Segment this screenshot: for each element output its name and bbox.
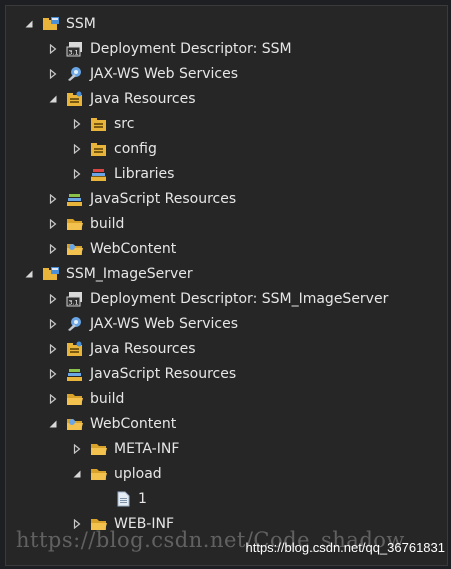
webcontent-folder-icon: [66, 241, 84, 257]
tree-item[interactable]: Java Resources: [6, 86, 447, 111]
collapse-arrow-icon[interactable]: [46, 217, 60, 231]
project-row[interactable]: SSM_ImageServer: [6, 261, 447, 286]
tree-item[interactable]: JAX-WS Web Services: [6, 61, 447, 86]
tree-item-label: 1: [138, 490, 147, 507]
project-tree: SSM 3.1 Deployment Descriptor: SSM JAX-WS W…: [6, 11, 447, 536]
tree-item[interactable]: config: [6, 136, 447, 161]
tree-item-label: config: [114, 140, 157, 157]
expand-arrow-icon[interactable]: [22, 17, 36, 31]
tree-item-label: JAX-WS Web Services: [90, 315, 239, 332]
folder-icon: [90, 441, 108, 457]
tree-item[interactable]: JAX-WS Web Services: [6, 311, 447, 336]
tree-item[interactable]: 3.1 Deployment Descriptor: SSM_ImageServe…: [6, 286, 447, 311]
tree-item[interactable]: WebContent: [6, 411, 447, 436]
tree-item-label: src: [114, 115, 135, 132]
collapse-arrow-icon[interactable]: [46, 342, 60, 356]
tree-item[interactable]: Libraries: [6, 161, 447, 186]
collapse-arrow-icon[interactable]: [46, 292, 60, 306]
folder-icon: [66, 216, 84, 232]
webcontent-folder-icon: [66, 416, 84, 432]
tree-item[interactable]: src: [6, 111, 447, 136]
expand-arrow-icon[interactable]: [70, 467, 84, 481]
collapse-arrow-icon[interactable]: [70, 142, 84, 156]
file-icon: [114, 491, 132, 507]
collapse-arrow-icon[interactable]: [46, 367, 60, 381]
tree-item-label: JavaScript Resources: [90, 365, 237, 382]
tree-item[interactable]: upload: [6, 461, 447, 486]
folder-icon: [90, 466, 108, 482]
tree-item[interactable]: 3.1 Deployment Descriptor: SSM: [6, 36, 447, 61]
svg-text:3.1: 3.1: [68, 298, 78, 306]
javascript-resources-icon: [66, 366, 84, 382]
web-services-icon: [66, 316, 84, 332]
collapse-arrow-icon[interactable]: [46, 67, 60, 81]
svg-text:3.1: 3.1: [68, 48, 78, 56]
web-services-icon: [66, 66, 84, 82]
folder-icon: [66, 391, 84, 407]
tree-item-label: Deployment Descriptor: SSM: [90, 40, 292, 57]
project-explorer-panel: SSM 3.1 Deployment Descriptor: SSM JAX-WS W…: [5, 5, 448, 566]
tree-item-label: SSM_ImageServer: [66, 265, 193, 282]
deployment-descriptor-icon: 3.1: [66, 41, 84, 57]
collapse-arrow-icon[interactable]: [70, 117, 84, 131]
collapse-arrow-icon[interactable]: [46, 317, 60, 331]
tree-item[interactable]: JavaScript Resources: [6, 186, 447, 211]
tree-item-label: Java Resources: [90, 340, 196, 357]
tree-item-label: META-INF: [114, 440, 180, 457]
tree-item-label: JavaScript Resources: [90, 190, 237, 207]
tree-item-label: Java Resources: [90, 90, 196, 107]
tree-item[interactable]: JavaScript Resources: [6, 361, 447, 386]
collapse-arrow-icon[interactable]: [70, 442, 84, 456]
libraries-icon: [90, 166, 108, 182]
tree-item-label: WebContent: [90, 240, 177, 257]
tree-item[interactable]: Java Resources: [6, 336, 447, 361]
expand-arrow-icon[interactable]: [46, 92, 60, 106]
project-icon: [42, 16, 60, 32]
source-folder-icon: [90, 116, 108, 132]
java-resources-icon: [66, 341, 84, 357]
collapse-arrow-icon[interactable]: [46, 42, 60, 56]
expand-arrow-icon[interactable]: [22, 267, 36, 281]
tree-item[interactable]: 1: [6, 486, 447, 511]
tree-item-label: JAX-WS Web Services: [90, 65, 239, 82]
project-row[interactable]: SSM: [6, 11, 447, 36]
collapse-arrow-icon[interactable]: [70, 167, 84, 181]
tree-item[interactable]: build: [6, 211, 447, 236]
expand-arrow-icon[interactable]: [46, 417, 60, 431]
tree-item-label: upload: [114, 465, 162, 482]
tree-item-label: SSM: [66, 15, 96, 32]
tree-item-label: Libraries: [114, 165, 175, 182]
tree-item-label: WebContent: [90, 415, 177, 432]
javascript-resources-icon: [66, 191, 84, 207]
tree-item[interactable]: META-INF: [6, 436, 447, 461]
java-resources-icon: [66, 91, 84, 107]
tree-item-label: build: [90, 390, 125, 407]
deployment-descriptor-icon: 3.1: [66, 291, 84, 307]
watermark-url: https://blog.csdn.net/qq_36761831: [245, 540, 446, 555]
tree-item[interactable]: build: [6, 386, 447, 411]
tree-item-label: build: [90, 215, 125, 232]
collapse-arrow-icon[interactable]: [46, 242, 60, 256]
tree-item-label: Deployment Descriptor: SSM_ImageServer: [90, 290, 389, 307]
collapse-arrow-icon[interactable]: [46, 392, 60, 406]
tree-item[interactable]: WebContent: [6, 236, 447, 261]
source-folder-icon: [90, 141, 108, 157]
project-icon: [42, 266, 60, 282]
collapse-arrow-icon[interactable]: [46, 192, 60, 206]
